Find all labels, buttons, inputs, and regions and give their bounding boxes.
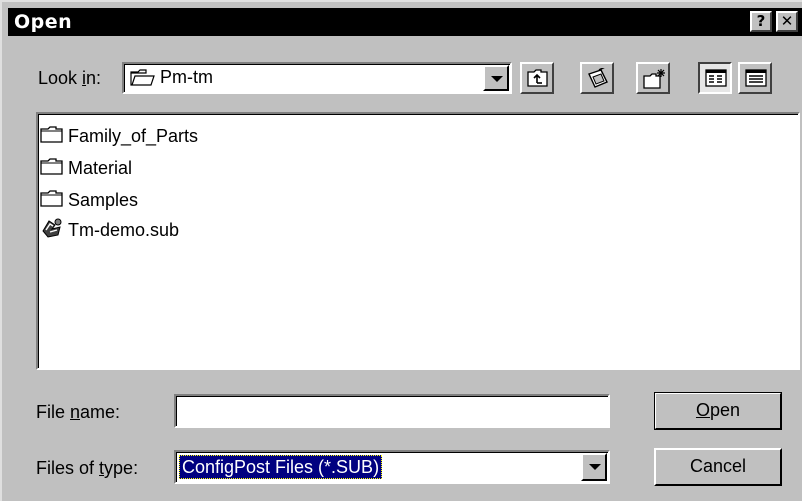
up-one-level-button[interactable]: [520, 62, 554, 94]
open-folder-icon: [130, 68, 156, 93]
cancel-button[interactable]: Cancel: [654, 448, 782, 486]
look-in-label: Look in:: [38, 68, 102, 88]
folder-icon: [40, 188, 68, 213]
list-view-button[interactable]: [698, 62, 732, 94]
look-in-combo[interactable]: Pm-tm: [122, 62, 512, 94]
open-button[interactable]: Open: [654, 392, 782, 430]
new-folder-button[interactable]: [636, 62, 670, 94]
details-view-button[interactable]: [738, 62, 772, 94]
file-name: Family_of_Parts: [68, 125, 199, 146]
open-dialog: Open ? ✕ Look in: Pm-tm Family_of_Parts …: [0, 0, 802, 501]
configpost-file-icon: [40, 217, 68, 244]
look-in-value: Pm-tm: [160, 67, 213, 87]
file-list[interactable]: Family_of_Parts Material Samples Tm-demo…: [36, 112, 800, 370]
help-button[interactable]: ?: [750, 11, 772, 32]
folder-icon: [40, 156, 68, 181]
file-name: Tm-demo.sub: [68, 219, 180, 240]
list-item[interactable]: Tm-demo.sub: [40, 218, 179, 242]
list-item[interactable]: Samples: [40, 188, 138, 212]
close-button[interactable]: ✕: [776, 11, 798, 32]
files-of-type-combo[interactable]: ConfigPost Files (*.SUB): [174, 450, 610, 484]
files-of-type-label: Files of type:: [36, 458, 139, 478]
file-name-field[interactable]: [174, 394, 610, 428]
title-bar[interactable]: Open ? ✕: [8, 8, 802, 36]
desktop-button[interactable]: [580, 62, 614, 94]
files-of-type-value: ConfigPost Files (*.SUB): [179, 455, 383, 479]
list-item[interactable]: Family_of_Parts: [40, 124, 198, 148]
files-of-type-dropdown-button[interactable]: [581, 453, 607, 481]
look-in-dropdown-button[interactable]: [483, 65, 509, 91]
file-name: Material: [68, 157, 133, 178]
list-item[interactable]: Material: [40, 156, 132, 180]
file-name-label: File name:: [36, 402, 121, 422]
file-name: Samples: [68, 189, 139, 210]
folder-icon: [40, 124, 68, 149]
window-title: Open: [14, 11, 73, 33]
